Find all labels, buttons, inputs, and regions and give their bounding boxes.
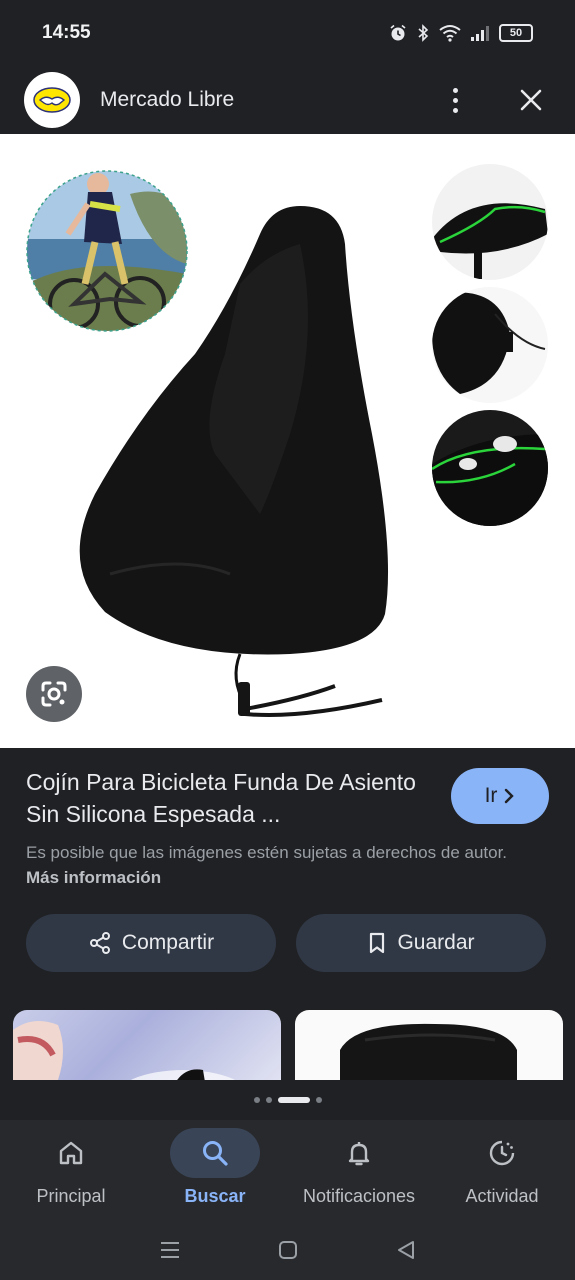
bluetooth-icon: [418, 24, 429, 42]
visit-button-label: Ir: [484, 784, 498, 807]
related-image-1: [13, 1021, 236, 1080]
product-title[interactable]: Cojín Para Bicicleta Funda De Asiento Si…: [26, 766, 426, 830]
status-icons: 50: [389, 24, 533, 42]
copyright-notice: Es posible que las imágenes estén sujeta…: [26, 840, 526, 890]
wifi-icon: [439, 25, 461, 42]
share-button[interactable]: Compartir: [26, 914, 276, 972]
status-bar: 14:55 50: [0, 0, 575, 66]
nav-notificaciones-icon-wrap: [314, 1128, 404, 1178]
recent-apps-icon[interactable]: [159, 1240, 181, 1260]
handshake-icon: [33, 87, 71, 113]
close-button[interactable]: [511, 80, 551, 120]
thumbnail-3: [432, 410, 548, 526]
activity-icon: [489, 1140, 515, 1166]
nav-actividad-icon-wrap: [457, 1128, 547, 1178]
app-header: Mercado Libre: [0, 66, 575, 134]
site-name: Mercado Libre: [100, 88, 235, 111]
nav-notificaciones[interactable]: Notificaciones: [292, 1120, 426, 1220]
image-info: Cojín Para Bicicleta Funda De Asiento Si…: [0, 748, 575, 1010]
thumbnail-1: [432, 164, 548, 280]
cyclist-photo: [27, 171, 187, 331]
nav-buscar-icon-wrap: [170, 1128, 260, 1178]
visit-button[interactable]: Ir: [451, 768, 549, 824]
battery-icon: 50: [499, 24, 533, 42]
nav-label: Buscar: [184, 1186, 246, 1206]
product-image[interactable]: [0, 134, 575, 748]
more-info-link[interactable]: Más información: [26, 868, 161, 887]
thumbnail-2: [432, 287, 548, 403]
home-icon: [59, 1141, 83, 1165]
more-vert-icon: [452, 87, 458, 113]
close-icon: [520, 89, 542, 111]
related-image-2: [340, 1023, 517, 1080]
carousel-indicator: [0, 1088, 575, 1112]
nav-label: Actividad: [465, 1186, 539, 1206]
product-image-graphic: [26, 164, 548, 718]
related-images: [0, 1010, 575, 1080]
save-button[interactable]: Guardar: [296, 914, 546, 972]
status-time: 14:55: [42, 22, 91, 43]
system-navigation: [0, 1220, 575, 1280]
copyright-text: Es posible que las imágenes estén sujeta…: [26, 843, 508, 862]
mercado-libre-logo: [24, 72, 80, 128]
lens-icon: [41, 681, 67, 707]
related-image-card[interactable]: [295, 1010, 563, 1080]
back-icon[interactable]: [396, 1240, 416, 1260]
share-label: Compartir: [121, 931, 215, 954]
nav-buscar[interactable]: Buscar: [170, 1120, 260, 1220]
lens-search-button[interactable]: [26, 666, 82, 722]
bell-icon: [348, 1142, 370, 1166]
save-label: Guardar: [397, 931, 475, 954]
nav-actividad[interactable]: Actividad: [456, 1120, 548, 1220]
home-button-icon[interactable]: [278, 1240, 298, 1260]
related-image-card[interactable]: [13, 1010, 281, 1080]
nav-label: Notificaciones: [302, 1186, 416, 1206]
more-options-button[interactable]: [435, 80, 475, 120]
bottom-navigation: Principal Buscar Notificaciones Activida…: [0, 1120, 575, 1220]
search-icon: [203, 1141, 228, 1166]
nav-principal-icon-wrap: [26, 1128, 116, 1178]
nav-principal[interactable]: Principal: [26, 1120, 116, 1220]
nav-label: Principal: [36, 1186, 106, 1206]
bookmark-icon: [370, 932, 385, 954]
chevron-right-icon: [505, 788, 515, 804]
share-icon: [89, 932, 110, 954]
alarm-icon: [390, 24, 406, 41]
signal-icon: [471, 25, 489, 41]
